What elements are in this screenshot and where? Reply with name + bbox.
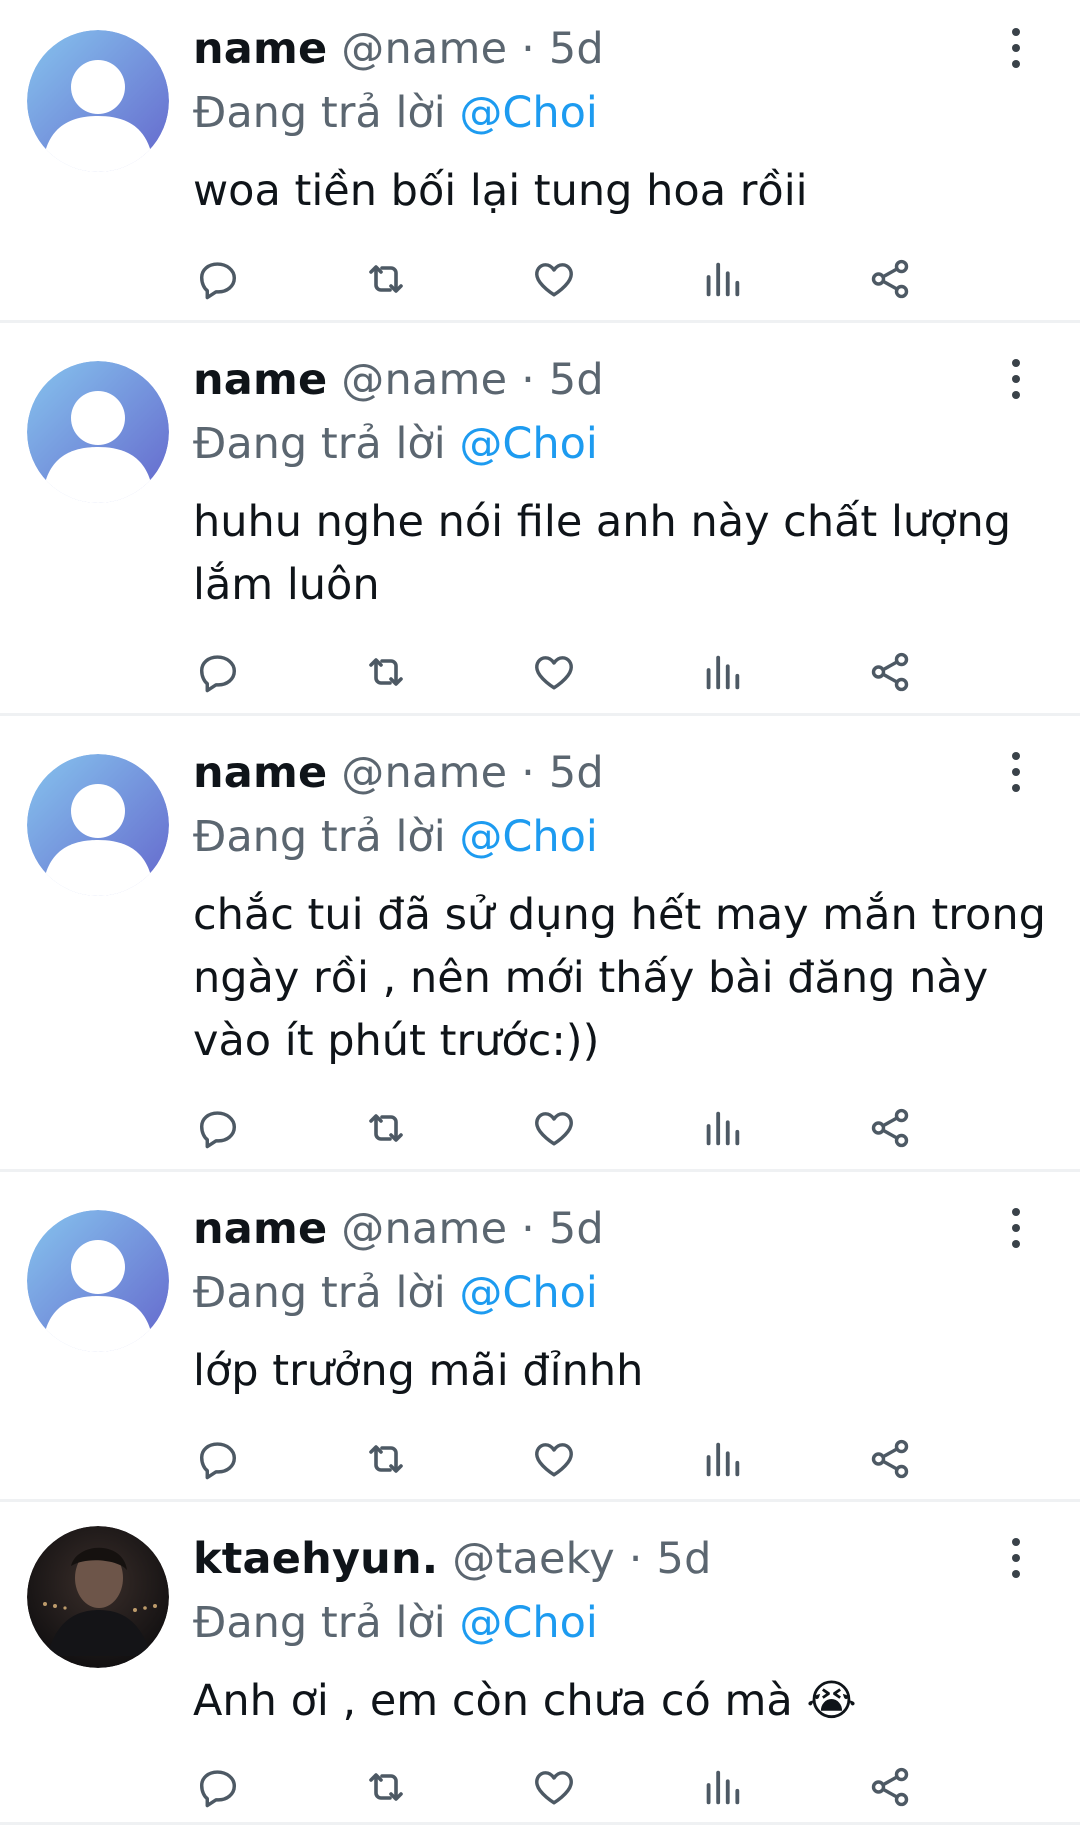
repost-icon[interactable] [361, 1103, 411, 1153]
user-handle[interactable]: @name [341, 355, 507, 405]
reply-header: name @name · 5d [193, 1200, 604, 1258]
separator: · [521, 24, 535, 74]
reply-item[interactable]: ktaehyun. @taeky · 5d Đang trả lời @Choi… [0, 1502, 1080, 1825]
timestamp[interactable]: 5d [549, 1204, 604, 1254]
reply-item[interactable]: name @name · 5d Đang trả lời @Choi huhu … [0, 323, 1080, 716]
views-icon[interactable] [697, 1434, 747, 1484]
replying-to-line: Đang trả lời @Choi [193, 415, 598, 473]
reply-item[interactable]: name @name · 5d Đang trả lời @Choi lớp t… [0, 1172, 1080, 1502]
reply-icon[interactable] [193, 1762, 243, 1812]
repost-icon[interactable] [361, 1762, 411, 1812]
more-icon[interactable] [996, 359, 1036, 399]
share-icon[interactable] [865, 254, 915, 304]
views-icon[interactable] [697, 647, 747, 697]
like-icon[interactable] [529, 647, 579, 697]
mention-link[interactable]: @Choi [459, 1598, 598, 1648]
timestamp[interactable]: 5d [549, 748, 604, 798]
user-handle[interactable]: @name [341, 1204, 507, 1254]
action-bar [193, 1434, 1033, 1484]
reply-header: name @name · 5d [193, 20, 604, 78]
action-bar [193, 1762, 1033, 1812]
more-icon[interactable] [996, 28, 1036, 68]
like-icon[interactable] [529, 1434, 579, 1484]
share-icon[interactable] [865, 1762, 915, 1812]
separator: · [521, 748, 535, 798]
timestamp[interactable]: 5d [657, 1534, 712, 1584]
timestamp[interactable]: 5d [549, 355, 604, 405]
reply-item[interactable]: name @name · 5d Đang trả lời @Choi woa t… [0, 0, 1080, 323]
avatar[interactable] [27, 1526, 169, 1668]
display-name[interactable]: ktaehyun. [193, 1534, 438, 1584]
avatar[interactable] [27, 361, 169, 503]
like-icon[interactable] [529, 1103, 579, 1153]
replying-to-label: Đang trả lời [193, 419, 446, 469]
reply-text: lớp trưởng mãi đỉnhh [193, 1346, 644, 1396]
reply-icon[interactable] [193, 1434, 243, 1484]
avatar[interactable] [27, 1210, 169, 1352]
reply-header: ktaehyun. @taeky · 5d [193, 1530, 712, 1588]
display-name[interactable]: name [193, 24, 327, 74]
display-name[interactable]: name [193, 355, 327, 405]
separator: · [521, 355, 535, 405]
reply-icon[interactable] [193, 1103, 243, 1153]
action-bar [193, 647, 1033, 697]
views-icon[interactable] [697, 254, 747, 304]
like-icon[interactable] [529, 254, 579, 304]
display-name[interactable]: name [193, 1204, 327, 1254]
separator: · [521, 1204, 535, 1254]
replying-to-line: Đang trả lời @Choi [193, 1594, 598, 1652]
reply-icon[interactable] [193, 647, 243, 697]
repost-icon[interactable] [361, 647, 411, 697]
replying-to-line: Đang trả lời @Choi [193, 808, 598, 866]
share-icon[interactable] [865, 1103, 915, 1153]
separator: · [628, 1534, 643, 1584]
replying-to-label: Đang trả lời [193, 1268, 446, 1318]
reply-header: name @name · 5d [193, 351, 604, 409]
mention-link[interactable]: @Choi [459, 1268, 598, 1318]
avatar[interactable] [27, 30, 169, 172]
views-icon[interactable] [697, 1103, 747, 1153]
reply-text: chắc tui đã sử dụng hết may mắn trong ng… [193, 890, 1060, 1066]
reply-text: huhu nghe nói file anh này chất lượng lắ… [193, 497, 1025, 610]
replying-to-line: Đang trả lời @Choi [193, 84, 598, 142]
reply-item[interactable]: name @name · 5d Đang trả lời @Choi chắc … [0, 716, 1080, 1172]
share-icon[interactable] [865, 1434, 915, 1484]
views-icon[interactable] [697, 1762, 747, 1812]
replying-to-label: Đang trả lời [193, 88, 446, 138]
reply-text: woa tiền bối lại tung hoa rồii [193, 166, 808, 216]
mention-link[interactable]: @Choi [459, 88, 598, 138]
replying-to-label: Đang trả lời [193, 1598, 446, 1648]
action-bar [193, 1103, 1033, 1153]
action-bar [193, 254, 1033, 304]
replying-to-label: Đang trả lời [193, 812, 446, 862]
reply-text: Anh ơi , em còn chưa có mà 😭 [193, 1676, 857, 1726]
mention-link[interactable]: @Choi [459, 812, 598, 862]
share-icon[interactable] [865, 647, 915, 697]
more-icon[interactable] [996, 1538, 1036, 1578]
avatar[interactable] [27, 754, 169, 896]
reply-header: name @name · 5d [193, 744, 604, 802]
user-handle[interactable]: @name [341, 748, 507, 798]
like-icon[interactable] [529, 1762, 579, 1812]
more-icon[interactable] [996, 1208, 1036, 1248]
more-icon[interactable] [996, 752, 1036, 792]
repost-icon[interactable] [361, 1434, 411, 1484]
user-handle[interactable]: @name [341, 24, 507, 74]
user-handle[interactable]: @taeky [452, 1534, 615, 1584]
display-name[interactable]: name [193, 748, 327, 798]
repost-icon[interactable] [361, 254, 411, 304]
mention-link[interactable]: @Choi [459, 419, 598, 469]
replying-to-line: Đang trả lời @Choi [193, 1264, 598, 1322]
reply-icon[interactable] [193, 254, 243, 304]
timestamp[interactable]: 5d [549, 24, 604, 74]
